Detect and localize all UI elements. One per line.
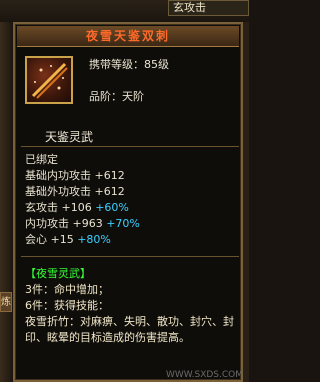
stat-label: 会心 bbox=[25, 233, 47, 246]
watermark: WWW.SXDS.COM bbox=[165, 370, 243, 380]
item-name: 天鉴灵武 bbox=[45, 130, 94, 144]
tooltip-title-bar: 夜雪天鉴双刺 bbox=[17, 26, 239, 47]
stat-value: +612 bbox=[94, 185, 125, 198]
stat-value: +15 bbox=[50, 233, 74, 246]
set-skill-description: 夜雪折竹：对麻痹、失明、散功、封穴、封印、眩晕的目标造成的伤害提高。 bbox=[25, 315, 234, 344]
bound-status: 已绑定 bbox=[25, 153, 58, 166]
stat-bonus: +80% bbox=[77, 233, 111, 246]
stat-label: 基础内功攻击 bbox=[25, 169, 91, 182]
stat-value: +612 bbox=[94, 169, 125, 182]
dual-daggers-icon bbox=[25, 56, 73, 104]
stat-row: 基础外功攻击 +612 bbox=[25, 184, 235, 200]
stat-row: 会心 +15 +80% bbox=[25, 232, 235, 248]
set-bonus-block: 【夜雪灵武】 3件：命中增加； 6件：获得技能： 夜雪折竹：对麻痹、失明、散功、… bbox=[25, 266, 237, 346]
carry-level: 携带等级：85级 bbox=[89, 58, 169, 71]
background-right-panel bbox=[243, 22, 249, 382]
stat-row: 基础内功攻击 +612 bbox=[25, 168, 235, 184]
background-stat-label: 玄攻击 bbox=[168, 0, 249, 16]
item-tooltip: 夜雪天鉴双刺 携带等级：85级 品阶：天阶 天鉴灵武 已绑定 基础内功攻击 +6… bbox=[13, 22, 243, 382]
stats-block: 已绑定 基础内功攻击 +612 基础外功攻击 +612 玄攻击 +106 +60… bbox=[25, 152, 235, 248]
stat-label: 基础外功攻击 bbox=[25, 185, 91, 198]
stat-value: +963 bbox=[72, 217, 103, 230]
stat-label: 内功攻击 bbox=[25, 217, 69, 230]
stat-value: +106 bbox=[61, 201, 92, 214]
stat-row: 内功攻击 +963 +70% bbox=[25, 216, 235, 232]
background-refine-button[interactable]: 炼 bbox=[0, 292, 12, 312]
background-left-panel bbox=[0, 22, 12, 382]
item-title: 夜雪天鉴双刺 bbox=[85, 29, 170, 43]
stat-bonus: +60% bbox=[95, 201, 129, 214]
set-piece-3: 3件：命中增加； bbox=[25, 283, 109, 296]
item-grade: 品阶：天阶 bbox=[89, 90, 144, 103]
stat-label: 玄攻击 bbox=[25, 201, 58, 214]
divider bbox=[21, 256, 239, 257]
divider bbox=[21, 146, 239, 147]
set-piece-6: 6件：获得技能： bbox=[25, 299, 109, 312]
stat-bonus: +70% bbox=[106, 217, 140, 230]
set-name: 【夜雪灵武】 bbox=[25, 267, 91, 280]
stat-row: 玄攻击 +106 +60% bbox=[25, 200, 235, 216]
